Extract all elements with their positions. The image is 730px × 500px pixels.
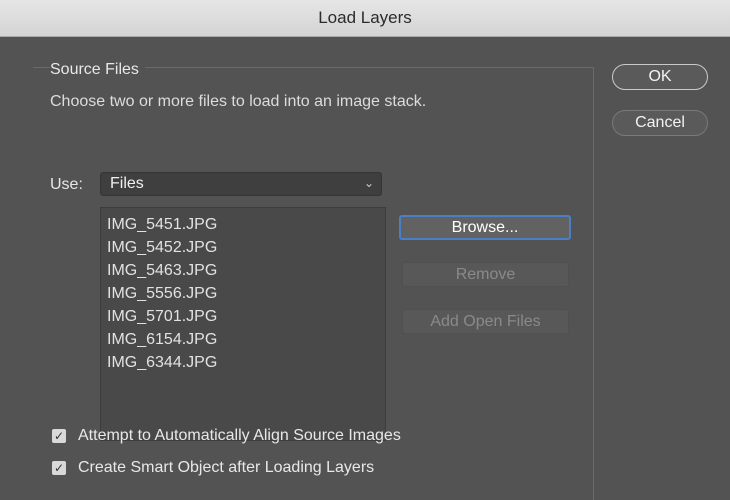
smart-object-checkbox[interactable]: ✓ <box>52 461 66 475</box>
smart-object-label[interactable]: Create Smart Object after Loading Layers <box>78 459 374 477</box>
browse-button[interactable]: Browse... <box>399 215 571 240</box>
file-list-item[interactable]: IMG_5452.JPG <box>107 237 217 259</box>
chevron-down-icon: ⌄ <box>363 176 374 190</box>
dialog-body: Source Files Choose two or more files to… <box>0 37 730 500</box>
checkmark-icon: ✓ <box>53 461 65 475</box>
auto-align-checkbox[interactable]: ✓ <box>52 429 66 443</box>
auto-align-label[interactable]: Attempt to Automatically Align Source Im… <box>78 427 401 445</box>
cancel-button[interactable]: Cancel <box>612 110 708 136</box>
window-title: Load Layers <box>0 0 730 37</box>
file-list-item[interactable]: IMG_6154.JPG <box>107 329 217 351</box>
file-list-item[interactable]: IMG_5556.JPG <box>107 283 217 305</box>
file-list-item[interactable]: IMG_5451.JPG <box>107 214 217 236</box>
source-files-title: Source Files <box>50 61 145 79</box>
checkmark-icon: ✓ <box>53 429 65 443</box>
ok-button[interactable]: OK <box>612 64 708 90</box>
instruction-text: Choose two or more files to load into an… <box>50 93 427 110</box>
file-list-item[interactable]: IMG_5463.JPG <box>107 260 217 282</box>
file-list[interactable]: IMG_5451.JPG IMG_5452.JPG IMG_5463.JPG I… <box>100 207 386 441</box>
remove-button[interactable]: Remove <box>402 262 569 287</box>
file-list-item[interactable]: IMG_6344.JPG <box>107 352 217 374</box>
add-open-files-button[interactable]: Add Open Files <box>402 309 569 334</box>
file-list-item[interactable]: IMG_5701.JPG <box>107 306 217 328</box>
use-select[interactable]: Files ⌄ <box>100 172 382 196</box>
use-label: Use: <box>50 176 83 193</box>
use-select-value: Files <box>110 175 144 192</box>
